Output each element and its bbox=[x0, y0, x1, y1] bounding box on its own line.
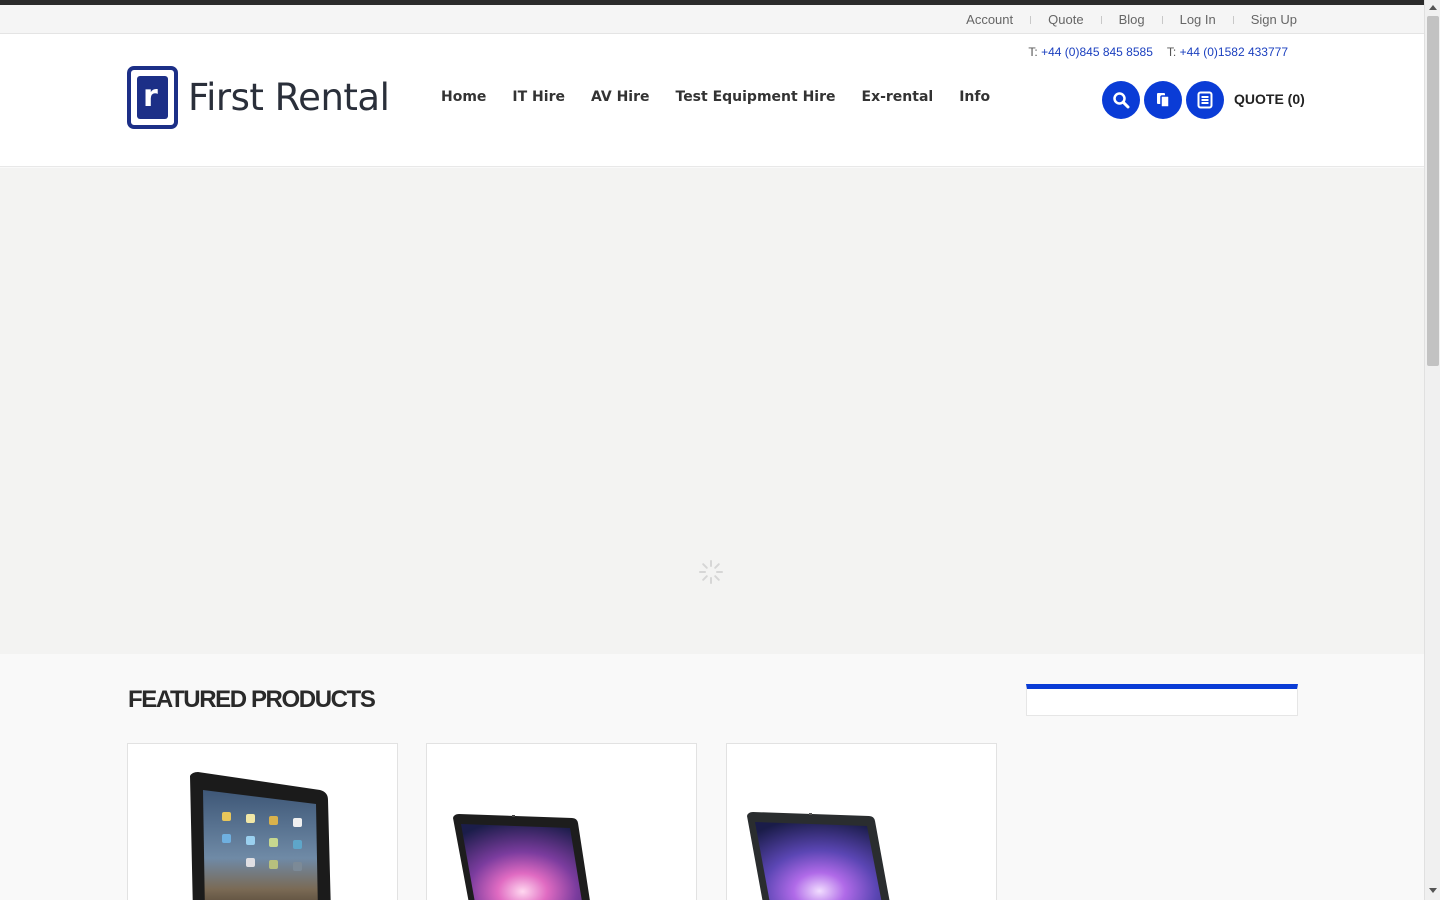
quote-list-button[interactable] bbox=[1186, 81, 1224, 119]
main-nav: Home IT Hire AV Hire Test Equipment Hire… bbox=[441, 89, 990, 105]
nav-item-info[interactable]: Info bbox=[959, 89, 990, 105]
loading-spinner-icon bbox=[699, 560, 723, 584]
featured-products-title: FEATURED PRODUCTS bbox=[128, 686, 376, 713]
search-icon bbox=[1113, 92, 1130, 109]
separator bbox=[1100, 15, 1102, 24]
compare-button[interactable] bbox=[1144, 81, 1182, 119]
phone-number-link[interactable]: +44 (0)845 845 8585 bbox=[1041, 45, 1153, 59]
laptop-image bbox=[747, 812, 890, 900]
scrollbar[interactable] bbox=[1424, 0, 1440, 900]
phone-prefix: T: bbox=[1166, 45, 1177, 59]
phone-1: T: +44 (0)845 845 8585 bbox=[1028, 45, 1152, 59]
nav-item-av-hire[interactable]: AV Hire bbox=[591, 89, 650, 105]
hero-slider bbox=[0, 168, 1424, 654]
utility-link-signup[interactable]: Sign Up bbox=[1251, 12, 1297, 27]
nav-item-test-equipment-hire[interactable]: Test Equipment Hire bbox=[676, 89, 836, 105]
logo-text: First Rental bbox=[188, 76, 390, 119]
tablet-image bbox=[190, 772, 331, 900]
scroll-up-icon[interactable] bbox=[1429, 5, 1437, 10]
site-logo[interactable]: r First Rental bbox=[127, 66, 390, 129]
separator bbox=[1232, 15, 1234, 24]
product-card[interactable] bbox=[127, 743, 398, 900]
product-card[interactable] bbox=[426, 743, 697, 900]
nav-item-it-hire[interactable]: IT Hire bbox=[512, 89, 565, 105]
scroll-down-icon[interactable] bbox=[1429, 888, 1437, 893]
laptop-image bbox=[453, 814, 590, 900]
utility-link-blog[interactable]: Blog bbox=[1119, 12, 1145, 27]
separator bbox=[1030, 15, 1032, 24]
logo-mark-icon: r bbox=[127, 66, 178, 129]
utility-bar: Account Quote Blog Log In Sign Up bbox=[0, 5, 1424, 34]
phone-numbers: T: +44 (0)845 845 8585 T: +44 (0)1582 43… bbox=[1028, 45, 1288, 59]
scroll-thumb[interactable] bbox=[1427, 16, 1439, 366]
utility-link-login[interactable]: Log In bbox=[1180, 12, 1216, 27]
nav-item-home[interactable]: Home bbox=[441, 89, 486, 105]
search-button[interactable] bbox=[1102, 81, 1140, 119]
header-icon-buttons bbox=[1102, 81, 1224, 119]
copy-icon bbox=[1157, 93, 1170, 108]
separator bbox=[1161, 15, 1163, 24]
list-icon bbox=[1197, 91, 1213, 109]
sidebar-box bbox=[1026, 684, 1298, 716]
product-card[interactable] bbox=[726, 743, 997, 900]
phone-2: T: +44 (0)1582 433777 bbox=[1167, 45, 1288, 59]
quote-count-link[interactable]: QUOTE (0) bbox=[1234, 91, 1305, 107]
nav-item-ex-rental[interactable]: Ex-rental bbox=[862, 89, 934, 105]
utility-links: Account Quote Blog Log In Sign Up bbox=[966, 12, 1297, 27]
site-header: T: +44 (0)845 845 8585 T: +44 (0)1582 43… bbox=[0, 34, 1424, 167]
phone-number-link[interactable]: +44 (0)1582 433777 bbox=[1180, 45, 1288, 59]
phone-prefix: T: bbox=[1028, 45, 1038, 59]
utility-link-quote[interactable]: Quote bbox=[1048, 12, 1083, 27]
logo-mark-letter: r bbox=[143, 79, 158, 114]
utility-link-account[interactable]: Account bbox=[966, 12, 1013, 27]
